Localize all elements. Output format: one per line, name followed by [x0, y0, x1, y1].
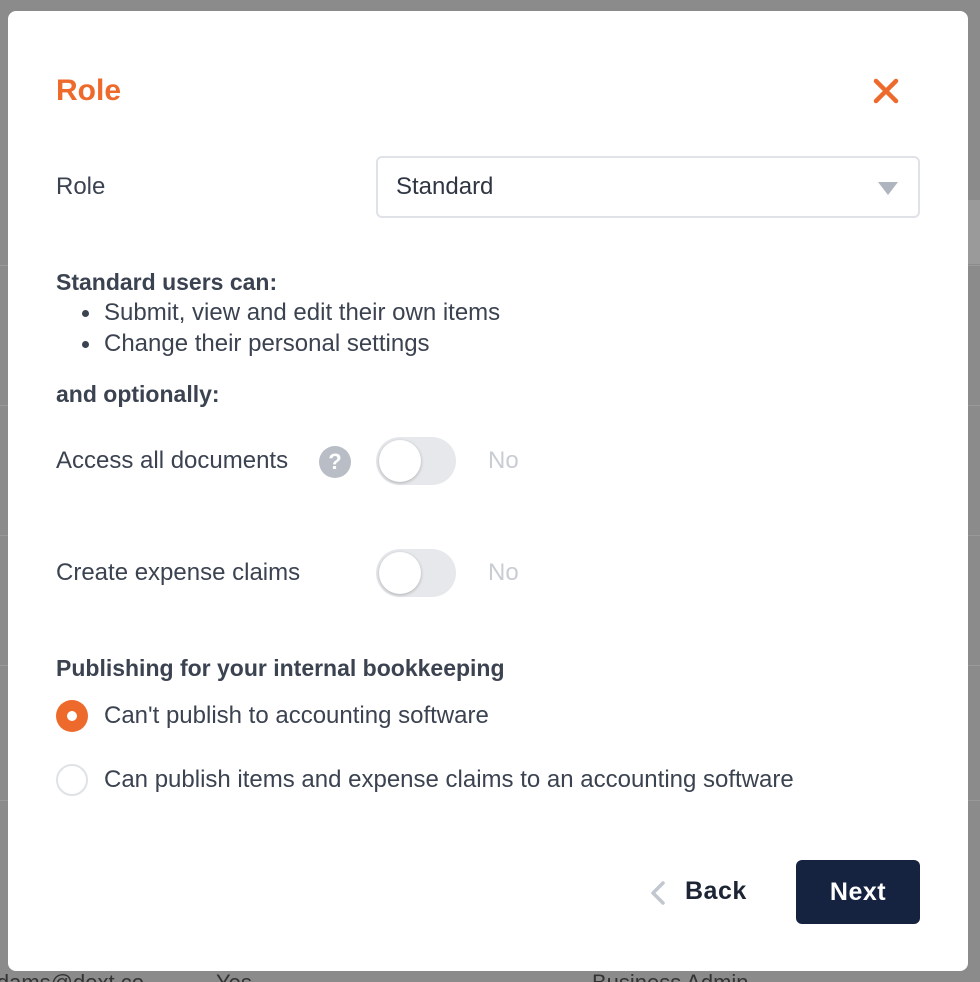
publish-option-cannot[interactable]: Can't publish to accounting software	[56, 700, 656, 734]
caret-down-icon	[878, 182, 898, 195]
publish-option-can[interactable]: Can publish items and expense claims to …	[56, 764, 916, 798]
next-button[interactable]: Next	[796, 860, 920, 924]
capabilities-list: Submit, view and edit their own items Ch…	[56, 297, 500, 359]
radio-unselected[interactable]	[56, 764, 88, 796]
toggle-knob	[379, 440, 421, 482]
back-button[interactable]: Back	[648, 868, 758, 916]
list-item: Submit, view and edit their own items	[81, 299, 501, 326]
access-documents-state: No	[488, 447, 519, 474]
background-role: Business Admin	[592, 970, 749, 982]
modal-title: Role	[56, 74, 122, 107]
expense-claims-label: Create expense claims	[56, 559, 301, 586]
back-label: Back	[685, 877, 747, 905]
close-icon	[873, 78, 899, 104]
chevron-left-icon	[651, 881, 665, 905]
radio-selected[interactable]	[56, 700, 88, 732]
expense-claims-state: No	[488, 559, 519, 586]
role-label: Role	[56, 173, 106, 200]
radio-label: Can't publish to accounting software	[104, 702, 489, 729]
background-flag: Yes	[216, 970, 252, 982]
access-documents-label: Access all documents	[56, 447, 289, 474]
background-table-row: ldams@dext.co Yes Business Admin	[0, 970, 980, 982]
toggle-knob	[379, 552, 421, 594]
close-button[interactable]	[868, 73, 904, 109]
publishing-heading: Publishing for your internal bookkeeping	[56, 655, 505, 681]
capabilities-heading: Standard users can:	[56, 269, 278, 295]
role-select[interactable]: Standard	[376, 156, 920, 218]
expense-claims-toggle[interactable]	[376, 549, 456, 597]
help-icon[interactable]: ?	[319, 446, 351, 478]
radio-label: Can publish items and expense claims to …	[104, 766, 794, 793]
role-modal: Role Role Standard Standard users can: S…	[8, 11, 968, 971]
access-documents-toggle[interactable]	[376, 437, 456, 485]
optional-heading: and optionally:	[56, 381, 220, 407]
role-select-value: Standard	[396, 173, 494, 200]
list-item: Change their personal settings	[81, 328, 500, 359]
background-email: ldams@dext.co	[0, 970, 144, 982]
